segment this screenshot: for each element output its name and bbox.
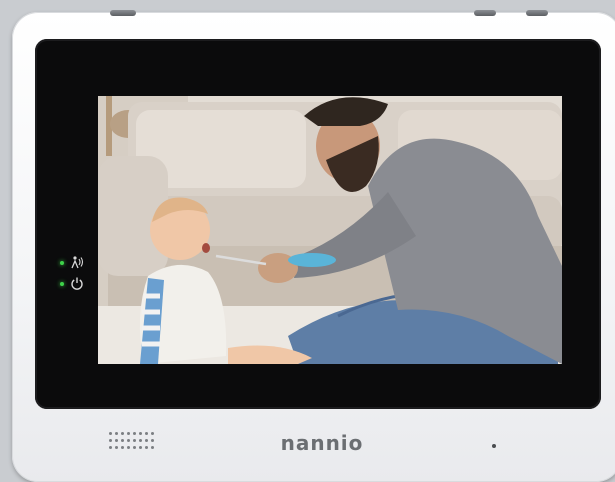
audio-status-led: [60, 261, 64, 265]
power-icon: [71, 277, 83, 290]
top-button[interactable]: [110, 10, 136, 16]
audio-level-icon: [71, 256, 84, 269]
top-button[interactable]: [526, 10, 548, 16]
screen-bezel: [35, 39, 601, 409]
power-status-led: [60, 282, 64, 286]
speaker-grille: [109, 432, 157, 454]
microphone-hole: [492, 444, 496, 448]
brand-logo: nannio: [280, 431, 364, 455]
top-button[interactable]: [474, 10, 496, 16]
video-feed-image: [98, 96, 562, 364]
video-feed-screen[interactable]: [98, 96, 562, 364]
baby-monitor-device: nannio: [12, 10, 615, 482]
